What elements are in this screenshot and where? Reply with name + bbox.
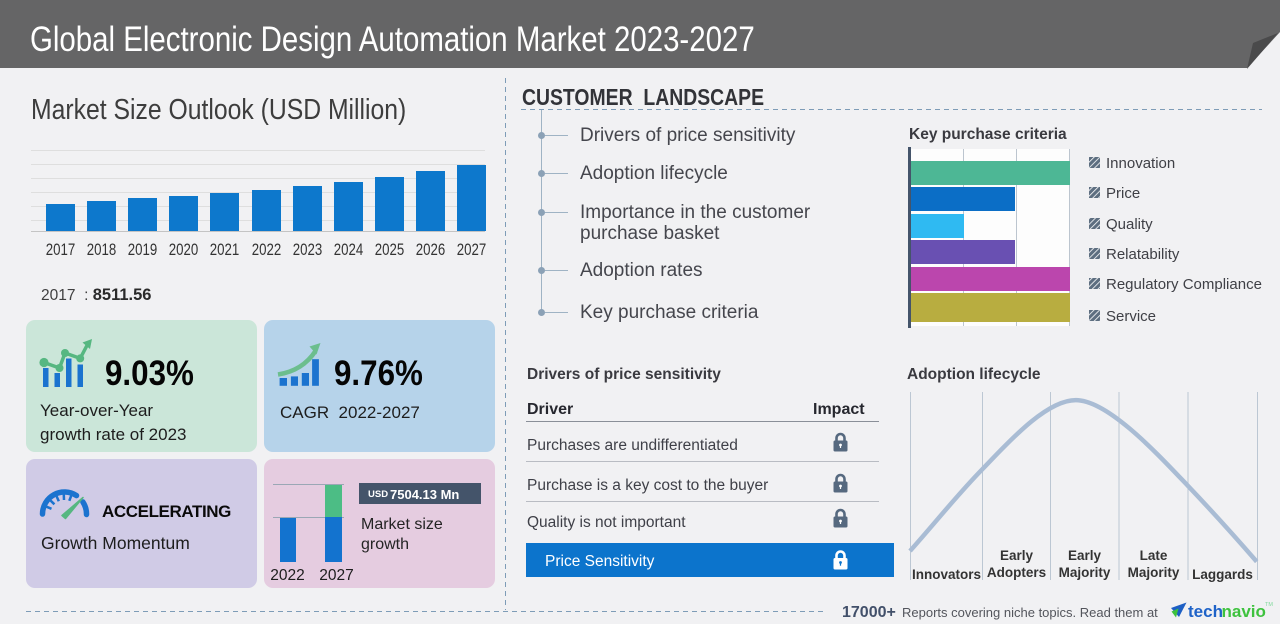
svg-text:navio: navio bbox=[1222, 602, 1266, 621]
svg-text:TM: TM bbox=[1265, 602, 1273, 608]
svg-text:tech: tech bbox=[1188, 602, 1223, 621]
